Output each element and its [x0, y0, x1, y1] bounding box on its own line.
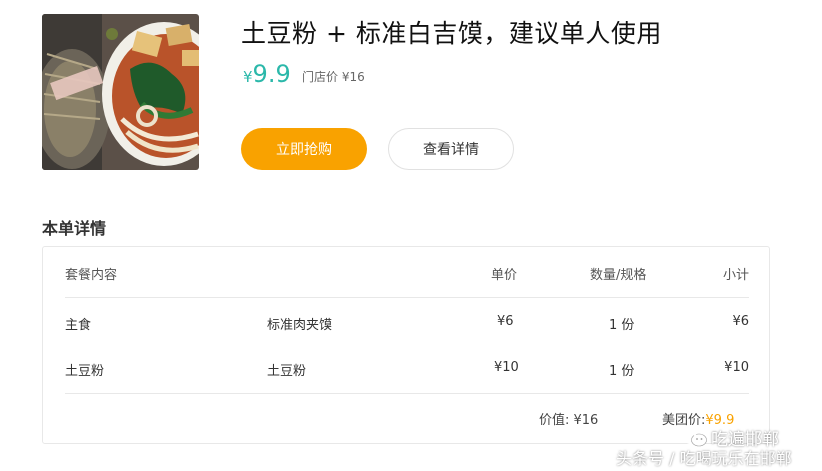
- row-item: 标准肉夹馍: [267, 318, 333, 333]
- buy-now-button[interactable]: 立即抢购: [241, 128, 367, 170]
- details-table: 套餐内容 单价 数量/规格 小计 主食 标准肉夹馍 ¥6 1 份 ¥6 土豆粉 …: [42, 246, 770, 444]
- column-header-quantity: 数量/规格: [590, 268, 647, 283]
- meituan-price-label: 美团价:: [662, 413, 706, 428]
- row-category: 土豆粉: [65, 364, 105, 379]
- row-quantity: 1 份: [609, 364, 635, 379]
- store-price: 门店价 ¥16: [302, 70, 365, 84]
- column-header-subtotal: 小计: [722, 268, 749, 283]
- currency-symbol: ¥: [243, 68, 253, 86]
- column-header-content: 套餐内容: [65, 268, 118, 283]
- product-image[interactable]: [42, 14, 199, 170]
- total-value: 价值: ¥16: [539, 413, 599, 428]
- row-subtotal: ¥6: [732, 314, 749, 329]
- row-quantity: 1 份: [609, 318, 635, 333]
- current-price: ¥9.9: [243, 60, 291, 88]
- row-category: 主食: [65, 318, 92, 333]
- row-subtotal: ¥10: [724, 360, 749, 375]
- row-unit-price: ¥6: [497, 314, 514, 329]
- header-divider: [65, 297, 749, 298]
- watermark-credit: 头条号 / 吃喝玩乐在邯郸: [616, 449, 792, 468]
- column-header-unit-price: 单价: [491, 268, 518, 283]
- section-title: 本单详情: [42, 219, 107, 238]
- price-value: 9.9: [252, 60, 291, 88]
- row-unit-price: ¥10: [494, 360, 519, 375]
- row-item: 土豆粉: [267, 364, 307, 379]
- footer-divider: [65, 393, 749, 394]
- product-title: 土豆粉 + 标准白吉馍，建议单人使用: [241, 19, 662, 48]
- view-details-button[interactable]: 查看详情: [388, 128, 514, 170]
